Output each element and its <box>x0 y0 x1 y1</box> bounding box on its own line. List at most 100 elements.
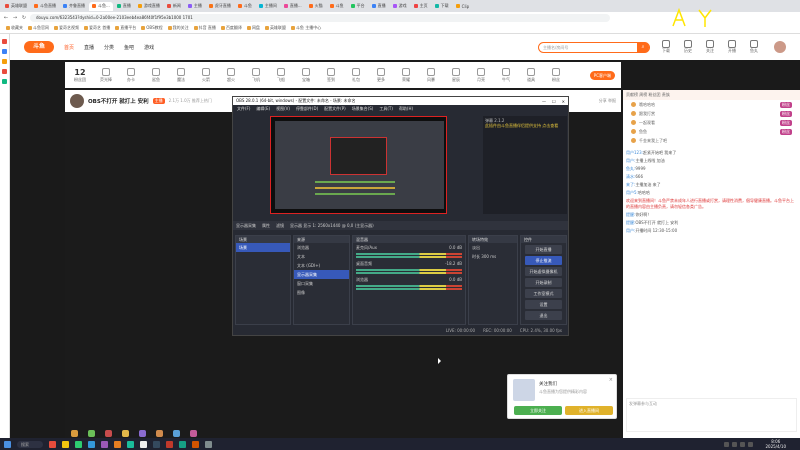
bookmark-item[interactable]: OBS教程 <box>141 25 163 31</box>
studio-mode-button[interactable]: 工作室模式 <box>525 289 562 298</box>
chat-tabs[interactable]: 贡献榜 周榜 粉丝团 贵族 <box>623 90 800 100</box>
nav-fishbar[interactable]: 鱼吧 <box>124 44 134 51</box>
fishball-icon[interactable]: 鱼丸 <box>748 40 760 54</box>
chat-user[interactable]: 用户123: <box>626 150 643 155</box>
chat-input[interactable]: 发弹幕参与互动 <box>626 398 797 432</box>
gift-item[interactable]: 火箭 <box>197 67 215 83</box>
browser-tab[interactable]: 斗鱼直播 <box>31 2 59 11</box>
bookmark-item[interactable]: 抖音 直播 <box>193 25 216 31</box>
chat-user[interactable]: 用户: <box>626 158 635 163</box>
close-icon[interactable]: × <box>609 377 613 383</box>
chat-user[interactable]: 清水: <box>626 174 635 179</box>
source-item[interactable]: 显示器采集 <box>294 270 349 279</box>
start-icon[interactable] <box>4 440 11 448</box>
obs-menu-item[interactable]: 配置文件(P) <box>324 106 346 112</box>
rank-row[interactable]: 千金来我上了吧 <box>623 136 800 145</box>
pc-client-button[interactable]: PC客户端 <box>589 70 615 80</box>
app-icon[interactable] <box>101 440 108 448</box>
display-select[interactable]: 显示器 显示 1: 2560x1440 @ 0,0 (主显示器) <box>290 223 374 229</box>
browser-tab[interactable]: 主播间 <box>256 2 280 11</box>
rank-row[interactable]: 跟我打赏 粉丝 <box>623 109 800 118</box>
volume-meter[interactable] <box>356 269 462 271</box>
clock[interactable]: 8:06 2025/4/10 <box>765 439 786 449</box>
obs-menu-item[interactable]: 编辑(E) <box>256 106 270 112</box>
browser-tab[interactable]: 新闻 <box>164 2 184 11</box>
volume-meter[interactable] <box>356 288 462 290</box>
gift-icon[interactable] <box>156 429 163 437</box>
gift-item[interactable]: 星辰 <box>447 67 465 83</box>
gift-item[interactable]: 礼包 <box>347 67 365 83</box>
app-icon[interactable] <box>192 440 199 448</box>
scene-item[interactable]: 场景 <box>236 243 290 252</box>
gift-item[interactable]: 超火 <box>222 67 240 83</box>
taskbar-search[interactable]: 搜索 <box>17 440 43 448</box>
obs-menu-item[interactable]: 场景集合(S) <box>352 106 374 112</box>
room-actions[interactable]: 分享 举报 <box>599 98 616 104</box>
nav-live[interactable]: 直播 <box>84 44 94 51</box>
rank-row[interactable]: 鱼鱼 粉丝 <box>623 127 800 136</box>
gift-icon[interactable] <box>139 429 146 437</box>
obs-preview[interactable] <box>270 116 447 214</box>
broadcast-icon[interactable]: 开播 <box>726 40 738 54</box>
app-icon[interactable] <box>127 440 134 448</box>
site-logo[interactable]: 斗鱼 <box>24 41 54 53</box>
browser-tab[interactable]: 直播 <box>369 2 389 11</box>
volume-meter[interactable] <box>356 272 462 274</box>
volume-meter[interactable] <box>356 256 462 258</box>
follow-icon[interactable]: 关注 <box>704 40 716 54</box>
obs-menu-item[interactable]: 停靠部件(D) <box>296 106 318 112</box>
chat-user[interactable]: 提醒: <box>626 212 635 217</box>
gift-icon[interactable] <box>190 429 197 437</box>
download-icon[interactable]: 下载 <box>660 40 672 54</box>
close-icon[interactable]: ✕ <box>562 99 565 104</box>
app-icon[interactable] <box>88 440 95 448</box>
gift-icon[interactable] <box>173 429 180 437</box>
source-item[interactable]: 文本 <box>294 252 349 261</box>
chat-user[interactable]: 提醒: <box>626 220 635 225</box>
streamer-avatar[interactable] <box>70 94 84 108</box>
search-icon[interactable]: ⌕ <box>637 41 649 53</box>
settings-button[interactable]: 设置 <box>525 300 562 309</box>
app-icon[interactable] <box>166 440 173 448</box>
user-avatar[interactable] <box>774 41 786 53</box>
gift-icon[interactable] <box>122 429 129 437</box>
gift-item[interactable]: 月亮 <box>472 67 490 83</box>
browser-tab[interactable]: 斗鱼... <box>89 1 113 11</box>
app-icon[interactable] <box>114 440 121 448</box>
browser-tab[interactable]: 火猫 <box>306 2 326 11</box>
start-streaming-button[interactable]: 开始直播 <box>525 245 562 254</box>
gift-item[interactable]: 办卡 <box>122 67 140 83</box>
browser-tab[interactable]: 齐鲁直播 <box>60 2 88 11</box>
browser-tab[interactable]: Clip <box>453 2 473 11</box>
nav-home[interactable]: 首页 <box>64 44 74 51</box>
gift-item[interactable]: 荣耀 <box>397 67 415 83</box>
rail-icon[interactable] <box>2 59 7 64</box>
chat-user[interactable]: 鱼丸: <box>626 166 635 171</box>
gift-item[interactable]: 粉丝 <box>547 67 565 83</box>
system-tray[interactable] <box>724 441 754 447</box>
gift-item[interactable]: 飞船 <box>272 67 290 83</box>
gift-item[interactable]: 飞机 <box>247 67 265 83</box>
nav-category[interactable]: 分类 <box>104 44 114 51</box>
source-item[interactable]: 浏览器 <box>294 243 349 252</box>
obs-menu-item[interactable]: 文件(F) <box>237 106 250 112</box>
chat-user[interactable]: 用户5: <box>626 190 638 195</box>
rail-icon[interactable] <box>2 79 7 84</box>
source-item[interactable]: 文本 (GDI+) <box>294 261 349 270</box>
browser-tab[interactable]: 平台 <box>348 2 368 11</box>
rank-row[interactable]: 一起观看 粉丝 <box>623 118 800 127</box>
browser-tab[interactable]: 直播... <box>281 2 305 11</box>
app-icon[interactable] <box>75 440 82 448</box>
browser-tab[interactable]: 斗鱼 <box>235 2 255 11</box>
gift-item[interactable]: 签到 <box>322 67 340 83</box>
nav-games[interactable]: 游戏 <box>144 44 154 51</box>
chat-user[interactable]: 用户: <box>626 228 635 233</box>
follow-button[interactable]: 立即关注 <box>514 406 562 415</box>
forward-icon[interactable]: → <box>12 15 18 21</box>
fans-club[interactable]: 12 粉丝团 <box>71 68 89 83</box>
gift-icon[interactable] <box>105 429 112 437</box>
back-icon[interactable]: ← <box>3 15 9 21</box>
volume-meter[interactable] <box>356 253 462 255</box>
browser-tab[interactable]: 虎牙直播 <box>206 2 234 11</box>
gift-icon[interactable] <box>71 429 78 437</box>
